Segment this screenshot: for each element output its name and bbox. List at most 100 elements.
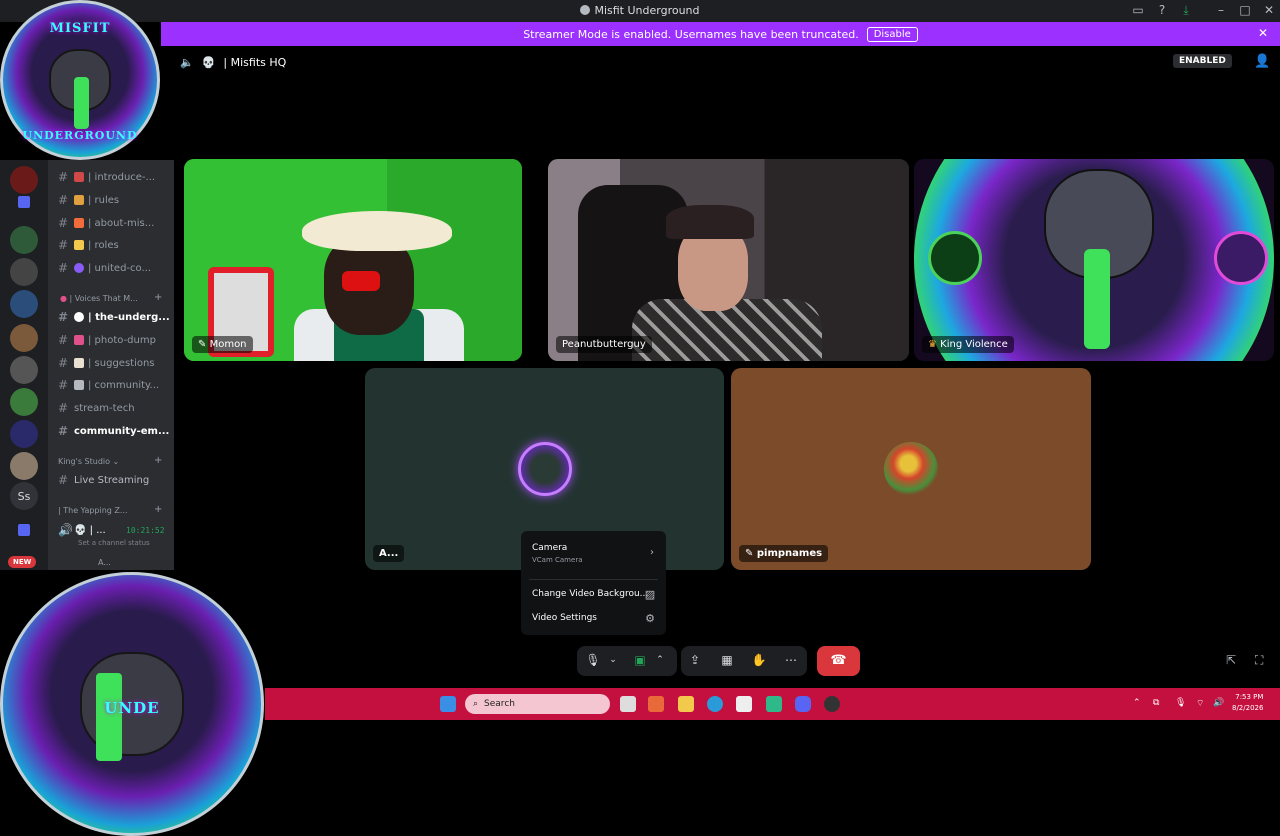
file-explorer-icon[interactable] (678, 696, 694, 712)
network-icon[interactable]: ⧉ (1153, 698, 1159, 708)
leaf-badge-icon (928, 231, 982, 285)
tray-chevron-icon[interactable]: ⌃ (1133, 698, 1141, 708)
store-icon[interactable] (736, 696, 752, 712)
video-tile-momon[interactable]: ✎ Momon (184, 159, 522, 361)
channel-item[interactable]: # | photo-dump (58, 331, 156, 349)
discord-taskbar-icon[interactable] (795, 696, 811, 712)
change-video-background-item[interactable]: Change Video Backgrou... (532, 589, 648, 599)
server-icon[interactable] (10, 166, 38, 194)
hash-icon: # (58, 356, 69, 370)
muted-mic-icon: ✎ (745, 548, 754, 559)
folder-icon[interactable] (18, 196, 30, 208)
download-icon[interactable]: ⤓ (1178, 3, 1194, 18)
more-options-icon[interactable]: ⋯ (783, 653, 799, 667)
inbox-icon[interactable]: ▭ (1130, 3, 1146, 17)
copilot-icon[interactable] (648, 696, 664, 712)
category-voices[interactable]: ● | Voices That M... (60, 294, 138, 303)
people-icon[interactable]: 👤 (1254, 54, 1270, 69)
wifi-icon[interactable]: ⌔ (1196, 698, 1204, 709)
chevron-right-icon: › (650, 547, 654, 558)
skull-emoji-icon: 💀 (74, 524, 87, 536)
gear-icon: ⚙ (645, 612, 655, 625)
search-icon: ⌕ (473, 699, 479, 709)
voice-member[interactable]: A... (98, 558, 111, 567)
new-badge: NEW (8, 556, 37, 568)
channel-item[interactable]: # community-em... (58, 422, 169, 440)
video-tile-king-violence[interactable]: ♛ King Violence (914, 159, 1274, 361)
background-icon: ▨ (644, 588, 656, 601)
misfit-underground-logo: MISFIT UNDERGROUND (0, 0, 160, 160)
discord-icon (580, 5, 591, 15)
category-yapping[interactable]: | The Yapping Z... (58, 506, 128, 515)
participant-avatar (518, 442, 572, 496)
server-icon[interactable] (10, 290, 38, 318)
hash-icon: # (58, 424, 69, 438)
server-icon[interactable] (10, 226, 38, 254)
channel-item[interactable]: # stream-tech (58, 399, 135, 417)
channel-item[interactable]: # | about-mis... (58, 214, 154, 232)
taskbar-search[interactable]: ⌕ Search (465, 694, 610, 714)
help-icon[interactable]: ? (1154, 3, 1170, 17)
server-icon[interactable] (10, 388, 38, 416)
close-window-button[interactable]: ✕ (1261, 3, 1277, 17)
logo-text-bottom: UNDE (104, 699, 160, 717)
channel-item[interactable]: # | community... (58, 376, 159, 394)
microphone-tray-icon[interactable]: 🎙 (1175, 698, 1186, 708)
microphone-icon[interactable]: 🎙 (585, 653, 601, 667)
channel-item[interactable]: # | suggestions (58, 354, 155, 372)
maximize-button[interactable]: □ (1237, 3, 1253, 17)
server-ss-icon[interactable]: Ss (10, 482, 38, 510)
channel-item[interactable]: # | rules (58, 191, 119, 209)
activities-icon[interactable]: ▦ (719, 653, 735, 667)
minimize-button[interactable]: – (1213, 3, 1229, 17)
server-icon[interactable] (10, 258, 38, 286)
hash-icon: # (58, 333, 69, 347)
edge-icon[interactable] (707, 696, 723, 712)
windows-start-icon[interactable] (440, 696, 456, 712)
voice-channel-item[interactable]: 🔊 💀 | ... (58, 521, 106, 539)
disconnect-button[interactable]: ☎ (817, 646, 860, 676)
category-kings-studio[interactable]: King's Studio ⌄ (58, 457, 119, 466)
volume-icon[interactable]: 🔊 (1213, 698, 1224, 708)
hash-icon: # (58, 378, 69, 392)
camera-menu-item[interactable]: Camera (532, 543, 567, 553)
video-tile-pimpnames[interactable]: ✎ pimpnames (731, 368, 1091, 570)
task-view-icon[interactable] (620, 696, 636, 712)
fullscreen-icon[interactable]: ⛶ (1255, 653, 1263, 668)
folder-icon[interactable] (18, 524, 30, 536)
soundboard-icon[interactable]: ✋ (751, 653, 767, 667)
camera-icon[interactable]: ▣ (632, 653, 648, 667)
disable-streamer-mode-button[interactable]: Disable (866, 26, 918, 42)
channel-item[interactable]: # | introduce-... (58, 168, 155, 186)
logo-text-top: MISFIT (49, 21, 111, 36)
hash-icon: # (58, 310, 69, 324)
channel-item[interactable]: # | united-co... (58, 259, 151, 277)
server-icon[interactable] (10, 420, 38, 448)
channel-item[interactable]: # | roles (58, 236, 119, 254)
add-channel-icon[interactable]: + (154, 504, 162, 515)
server-icon[interactable] (10, 324, 38, 352)
set-channel-status[interactable]: Set a channel status (78, 539, 150, 547)
app-icon[interactable] (766, 696, 782, 712)
channel-emoji-icon (74, 263, 84, 273)
video-settings-item[interactable]: Video Settings (532, 613, 597, 623)
add-channel-icon[interactable]: + (154, 455, 162, 466)
live-streaming-channel[interactable]: # Live Streaming (58, 471, 149, 489)
header-channel-name: | Misfits HQ (223, 55, 287, 69)
chevron-down-icon[interactable]: ⌄ (605, 655, 621, 665)
video-tile-peanutbutterguy[interactable]: Peanutbutterguy (548, 159, 909, 361)
channel-emoji-icon (74, 218, 84, 228)
screenshare-icon[interactable]: ⇪ (687, 653, 703, 667)
server-icon[interactable] (10, 356, 38, 384)
obs-icon[interactable] (824, 696, 840, 712)
channel-item-active[interactable]: # | the-underg... (58, 308, 170, 326)
close-banner-icon[interactable]: ✕ (1258, 26, 1268, 40)
add-channel-icon[interactable]: + (154, 292, 162, 303)
server-icon[interactable] (10, 452, 38, 480)
taskbar-clock[interactable]: 7:53 PM 8/2/2026 (1232, 692, 1263, 714)
enabled-badge[interactable]: ENABLED (1173, 54, 1232, 68)
popout-icon[interactable]: ⇱ (1226, 653, 1236, 667)
channel-emoji-icon (74, 380, 84, 390)
hangup-icon: ☎ (830, 653, 847, 668)
chevron-up-icon[interactable]: ⌃ (652, 655, 668, 665)
